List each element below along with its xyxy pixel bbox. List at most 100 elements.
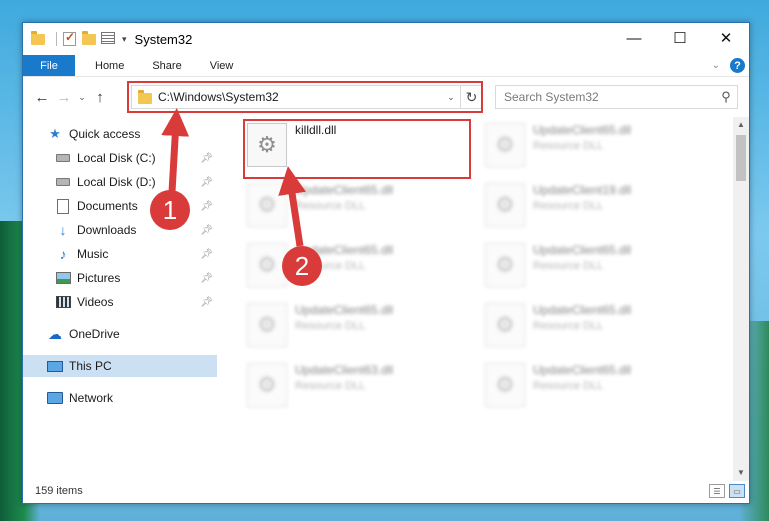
- file-type: Resource DLL: [533, 380, 604, 392]
- status-bar: 159 items ☰ ▭: [23, 479, 749, 503]
- file-name: UpdateClient65.dll: [533, 123, 632, 137]
- sidebar-item-label: Documents: [77, 199, 138, 213]
- details-view-icon[interactable]: ☰: [709, 484, 725, 498]
- title-bar: ▾ System32 — ☐ ✕: [23, 23, 749, 55]
- help-icon[interactable]: ?: [730, 58, 745, 73]
- search-box[interactable]: Search System32 ⚲: [495, 85, 738, 109]
- folder-icon[interactable]: [31, 31, 45, 46]
- tab-share[interactable]: Share: [138, 55, 195, 76]
- dll-gear-icon: ⚙: [485, 243, 525, 287]
- properties-check-icon[interactable]: [63, 30, 77, 46]
- pin-icon[interactable]: 📌︎: [200, 249, 213, 260]
- search-icon[interactable]: ⚲: [715, 89, 737, 105]
- sidebar-item-label: Local Disk (C:): [77, 151, 156, 165]
- sidebar-item-network[interactable]: Network: [23, 387, 217, 409]
- pin-icon[interactable]: 📌︎: [200, 273, 213, 284]
- ribbon-tabs: File Home Share View ⌄ ?: [23, 55, 749, 77]
- address-path[interactable]: C:\Windows\System32: [158, 90, 442, 104]
- tab-file[interactable]: File: [23, 55, 75, 76]
- file-item[interactable]: ⚙ UpdateClient65.dll Resource DLL: [243, 241, 473, 293]
- sidebar-item-videos[interactable]: Videos 📌︎: [23, 291, 217, 313]
- pictures-icon: [55, 270, 71, 286]
- file-item[interactable]: ⚙ UpdateClient63.dll Resource DLL: [243, 361, 473, 413]
- address-folder-icon: [138, 89, 152, 104]
- file-type: Resource DLL: [533, 320, 604, 332]
- cloud-icon: ☁: [48, 325, 62, 342]
- file-item[interactable]: ⚙ UpdateClient19.dll Resource DLL: [481, 181, 711, 233]
- file-item[interactable]: ⚙ UpdateClient65.dll Resource DLL: [481, 241, 711, 293]
- vertical-scrollbar[interactable]: ▲ ▼: [733, 117, 749, 481]
- scroll-thumb[interactable]: [736, 135, 746, 181]
- sidebar-item-label: Downloads: [77, 223, 137, 237]
- network-icon: [47, 390, 63, 406]
- layout-icon[interactable]: [101, 32, 115, 46]
- pin-icon[interactable]: 📌︎: [200, 201, 213, 212]
- dll-gear-icon: ⚙: [247, 243, 287, 287]
- file-list: ⚙ killdll.dll ⚙ UpdateClient65.dll Resou…: [219, 117, 739, 469]
- navigation-pane: ★ Quick access Local Disk (C:) 📌︎ Local …: [23, 117, 217, 469]
- file-type: Resource DLL: [533, 200, 604, 212]
- address-dropdown-icon[interactable]: ⌄: [442, 92, 460, 103]
- forward-arrow-icon[interactable]: →: [53, 89, 75, 106]
- maximize-button[interactable]: ☐: [657, 23, 703, 53]
- tab-home[interactable]: Home: [81, 55, 138, 76]
- sidebar-item-label: OneDrive: [69, 327, 120, 341]
- step-1-badge: 1: [150, 190, 190, 230]
- item-count: 159 items: [35, 485, 83, 497]
- up-arrow-icon[interactable]: ↑: [89, 89, 111, 106]
- main-content: ★ Quick access Local Disk (C:) 📌︎ Local …: [23, 117, 749, 469]
- music-icon: ♪: [59, 246, 67, 262]
- toolbar-separator: [56, 32, 57, 46]
- sidebar-item-label: Videos: [77, 295, 114, 309]
- scroll-up-arrow-icon[interactable]: ▲: [733, 117, 749, 133]
- sidebar-item-label: Quick access: [69, 127, 141, 141]
- explorer-window: ▾ System32 — ☐ ✕ File Home Share View ⌄ …: [22, 22, 750, 504]
- disk-icon: [55, 150, 71, 166]
- new-folder-icon[interactable]: [82, 31, 96, 46]
- quick-access-toolbar-dropdown[interactable]: ▾: [122, 34, 127, 45]
- sidebar-item-local-disk-d[interactable]: Local Disk (D:) 📌︎: [23, 171, 217, 193]
- ribbon-right-controls: ⌄ ?: [712, 58, 745, 73]
- sidebar-item-label: Network: [69, 391, 114, 405]
- refresh-icon[interactable]: ↻: [460, 86, 482, 108]
- file-item[interactable]: ⚙ UpdateClient65.dll Resource DLL: [243, 301, 473, 353]
- large-icons-view-icon[interactable]: ▭: [729, 484, 745, 498]
- recent-locations-dropdown-icon[interactable]: ⌄: [75, 92, 89, 103]
- minimize-button[interactable]: —: [611, 23, 657, 53]
- file-item[interactable]: ⚙ UpdateClient65.dll Resource DLL: [481, 121, 711, 173]
- file-type: Resource DLL: [295, 200, 366, 212]
- star-icon: ★: [49, 126, 61, 141]
- pin-icon[interactable]: 📌︎: [200, 225, 213, 236]
- sidebar-item-downloads[interactable]: ↓ Downloads 📌︎: [23, 219, 217, 241]
- file-item[interactable]: ⚙ UpdateClient65.dll Resource DLL: [243, 181, 473, 233]
- sidebar-item-pictures[interactable]: Pictures 📌︎: [23, 267, 217, 289]
- step-2-badge: 2: [282, 246, 322, 286]
- sidebar-item-music[interactable]: ♪ Music 📌︎: [23, 243, 217, 265]
- dll-gear-icon: ⚙: [247, 363, 287, 407]
- file-name: UpdateClient65.dll: [533, 363, 632, 377]
- close-button[interactable]: ✕: [703, 23, 749, 53]
- window-controls: — ☐ ✕: [611, 23, 749, 53]
- expand-ribbon-chevron-icon[interactable]: ⌄: [712, 60, 720, 71]
- pin-icon[interactable]: 📌︎: [200, 153, 213, 164]
- file-item[interactable]: ⚙ UpdateClient65.dll Resource DLL: [481, 301, 711, 353]
- file-type: Resource DLL: [533, 260, 604, 272]
- search-placeholder[interactable]: Search System32: [504, 90, 715, 104]
- dll-gear-icon: ⚙: [485, 123, 525, 167]
- sidebar-item-onedrive[interactable]: ☁ OneDrive: [23, 323, 217, 345]
- back-arrow-icon[interactable]: ←: [31, 89, 53, 106]
- sidebar-item-this-pc[interactable]: This PC: [23, 355, 217, 377]
- sidebar-item-quick-access[interactable]: ★ Quick access: [23, 123, 217, 145]
- file-item-killdll[interactable]: ⚙ killdll.dll: [243, 121, 473, 173]
- address-bar[interactable]: C:\Windows\System32 ⌄ ↻: [131, 85, 483, 109]
- tab-view[interactable]: View: [196, 55, 248, 76]
- pin-icon[interactable]: 📌︎: [200, 297, 213, 308]
- file-item[interactable]: ⚙ UpdateClient65.dll Resource DLL: [481, 361, 711, 413]
- file-type: Resource DLL: [295, 320, 366, 332]
- sidebar-item-local-disk-c[interactable]: Local Disk (C:) 📌︎: [23, 147, 217, 169]
- file-type: Resource DLL: [533, 140, 604, 152]
- file-name: UpdateClient65.dll: [533, 303, 632, 317]
- file-name: killdll.dll: [295, 123, 337, 137]
- window-title: System32: [134, 31, 193, 47]
- pin-icon[interactable]: 📌︎: [200, 177, 213, 188]
